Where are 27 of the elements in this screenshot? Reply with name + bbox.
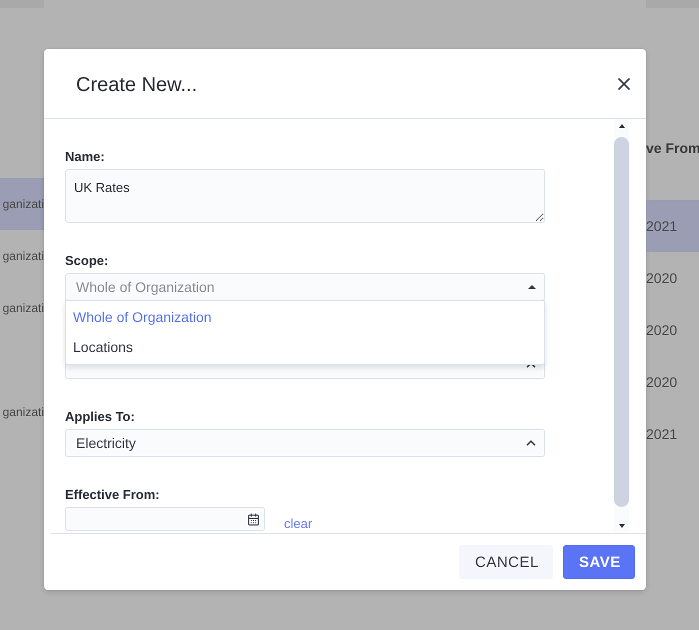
chevron-up-icon: [526, 362, 536, 368]
select-field[interactable]: Electricity: [65, 429, 545, 457]
clear-link[interactable]: clear: [284, 516, 312, 531]
field-label: Scope:: [65, 253, 110, 269]
dropdown-option[interactable]: Locations: [66, 332, 544, 362]
table-cell: 2020: [646, 322, 678, 338]
table-cell: ganizati: [2, 405, 44, 419]
table-cell: 2021: [646, 218, 678, 234]
chevron-up-icon: [526, 440, 536, 446]
field-label: Applies To:: [65, 409, 136, 425]
cancel-button[interactable]: CANCEL: [459, 545, 553, 579]
table-cell: 2020: [646, 270, 678, 286]
table-cell: ganizati: [2, 249, 44, 263]
table-cell: ganizati: [2, 197, 44, 211]
dialog-title: Create New...: [76, 74, 198, 97]
caret-icon: [528, 285, 536, 289]
scrollbar[interactable]: [614, 119, 629, 533]
table-cell: ganizati: [2, 301, 44, 315]
save-button[interactable]: SAVE: [563, 545, 635, 579]
field-label: Name:: [65, 149, 106, 165]
table-cell: 2020: [646, 374, 678, 390]
field-label: Effective From:: [65, 487, 161, 503]
name-field[interactable]: UK Rates: [65, 169, 545, 223]
table-cell: 2021: [646, 426, 678, 442]
date-field[interactable]: [65, 507, 265, 531]
calendar-icon: [247, 512, 260, 526]
dropdown-option[interactable]: Whole of Organization: [66, 302, 544, 332]
